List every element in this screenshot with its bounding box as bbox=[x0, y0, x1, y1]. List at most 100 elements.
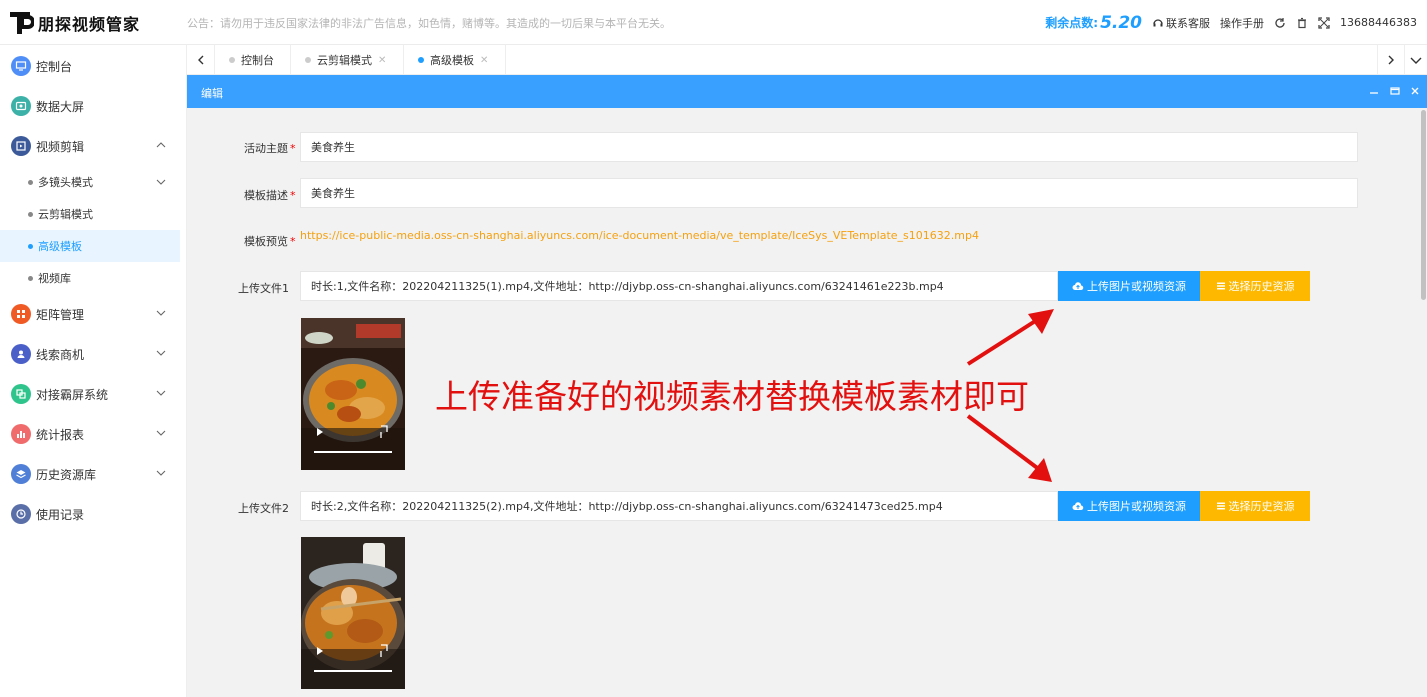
logo-text: 朋探视频管家 bbox=[38, 15, 141, 34]
bullet-dot bbox=[28, 179, 33, 185]
sidebar-item-leads[interactable]: 线索商机 bbox=[0, 334, 186, 374]
bullet-dot bbox=[28, 211, 33, 217]
sidebar-sub-video-library[interactable]: 视频库 bbox=[0, 262, 186, 294]
sidebar-item-video-edit[interactable]: 视频剪辑 bbox=[0, 126, 186, 166]
chevron-left-icon bbox=[197, 55, 203, 65]
sidebar-item-history[interactable]: 历史资源库 bbox=[0, 454, 186, 494]
close-icon[interactable]: ✕ bbox=[480, 55, 488, 66]
tab-dot bbox=[305, 57, 311, 63]
required-mark: * bbox=[290, 142, 296, 155]
chevron-down-icon bbox=[156, 430, 166, 436]
tab-advanced-template[interactable]: 高级模板 ✕ bbox=[404, 45, 506, 75]
desc-label-text: 模板描述 bbox=[244, 189, 288, 202]
sidebar-sub-cloud-edit[interactable]: 云剪辑模式 bbox=[0, 198, 186, 230]
upload-1-input[interactable]: 时长:1,文件名称：202204211325(1).mp4,文件地址：http:… bbox=[300, 271, 1058, 301]
sidebar-item-label: 矩阵管理 bbox=[36, 307, 85, 322]
tab-dot bbox=[229, 57, 235, 63]
cloud-upload-icon bbox=[1072, 282, 1084, 290]
tab-label: 高级模板 bbox=[430, 54, 474, 67]
minimize-icon[interactable] bbox=[1369, 86, 1379, 96]
maximize-icon[interactable] bbox=[1390, 86, 1400, 96]
theme-input[interactable]: 美食养生 bbox=[300, 132, 1358, 162]
fullscreen-icon[interactable] bbox=[1318, 16, 1330, 29]
sidebar-sub-label: 视频库 bbox=[38, 272, 71, 285]
scrollbar-thumb[interactable] bbox=[1421, 110, 1426, 300]
tab-console[interactable]: 控制台 bbox=[215, 45, 291, 75]
sidebar: 控制台 数据大屏 视频剪辑 多镜头模式 云剪辑模式 高级模板 视频库 矩阵管理 … bbox=[0, 45, 187, 697]
chevron-down-icon bbox=[1410, 57, 1422, 64]
sidebar-item-label: 数据大屏 bbox=[36, 99, 85, 114]
sidebar-item-usage-log[interactable]: 使用记录 bbox=[0, 494, 186, 534]
upload-1-button[interactable]: 上传图片或视频资源 bbox=[1058, 271, 1200, 301]
bullet-dot bbox=[28, 243, 33, 249]
sidebar-item-data-screen[interactable]: 数据大屏 bbox=[0, 86, 186, 126]
sidebar-sub-label: 云剪辑模式 bbox=[38, 208, 93, 221]
upload-2-button[interactable]: 上传图片或视频资源 bbox=[1058, 491, 1200, 521]
sidebar-item-label: 视频剪辑 bbox=[36, 139, 85, 154]
top-bar: 朋探视频管家 公告：请勿用于违反国家法律的非法广告信息，如色情，赌博等。其造成的… bbox=[0, 0, 1427, 45]
chart-icon bbox=[11, 424, 31, 444]
tab-menu-dropdown[interactable] bbox=[1405, 45, 1427, 75]
history-button-label: 选择历史资源 bbox=[1228, 500, 1295, 513]
upload-1-label: 上传文件1 bbox=[238, 282, 289, 295]
upload-button-label: 上传图片或视频资源 bbox=[1087, 500, 1186, 513]
trash-icon[interactable] bbox=[1296, 17, 1308, 29]
preview-link[interactable]: https://ice-public-media.oss-cn-shanghai… bbox=[300, 229, 979, 242]
sidebar-item-statistics[interactable]: 统计报表 bbox=[0, 414, 186, 454]
video-thumbnail-2[interactable] bbox=[301, 537, 405, 689]
clock-icon bbox=[11, 504, 31, 524]
sidebar-sub-multi-lens[interactable]: 多镜头模式 bbox=[0, 166, 186, 198]
tab-dot bbox=[418, 57, 424, 63]
sidebar-item-screen-system[interactable]: 对接霸屏系统 bbox=[0, 374, 186, 414]
cloud-upload-icon bbox=[1072, 502, 1084, 510]
sidebar-item-label: 控制台 bbox=[36, 59, 73, 74]
chevron-right-icon bbox=[1388, 55, 1394, 65]
panel-title: 编辑 bbox=[201, 87, 223, 100]
sidebar-item-label: 线索商机 bbox=[36, 347, 85, 362]
required-mark: * bbox=[290, 189, 296, 202]
desc-input[interactable]: 美食养生 bbox=[300, 178, 1358, 208]
history-2-button[interactable]: 选择历史资源 bbox=[1200, 491, 1310, 521]
required-mark: * bbox=[290, 235, 296, 248]
refresh-icon[interactable] bbox=[1274, 17, 1286, 29]
tab-label: 云剪辑模式 bbox=[317, 54, 372, 67]
manual-link[interactable]: 操作手册 bbox=[1220, 15, 1264, 31]
leads-icon bbox=[11, 344, 31, 364]
tab-bar: 控制台 云剪辑模式 ✕ 高级模板 ✕ bbox=[187, 45, 1427, 75]
desc-label: 模板描述 * bbox=[244, 187, 296, 203]
theme-label: 活动主题 * bbox=[244, 140, 296, 156]
sidebar-sub-label: 多镜头模式 bbox=[38, 176, 93, 189]
food-image bbox=[301, 537, 405, 689]
history-1-button[interactable]: 选择历史资源 bbox=[1200, 271, 1310, 301]
link-icon bbox=[11, 384, 31, 404]
sidebar-item-label: 统计报表 bbox=[36, 427, 85, 442]
tab-scroll-right[interactable] bbox=[1377, 45, 1405, 75]
tab-label: 控制台 bbox=[241, 54, 274, 67]
chevron-down-icon bbox=[156, 470, 166, 476]
notice-text: 公告：请勿用于违反国家法律的非法广告信息，如色情，赌博等。其造成的一切后果与本平… bbox=[187, 17, 671, 30]
sidebar-sub-advanced-template[interactable]: 高级模板 bbox=[0, 230, 180, 262]
upload-button-label: 上传图片或视频资源 bbox=[1087, 280, 1186, 293]
annotation-text: 上传准备好的视频素材替换模板素材即可 bbox=[435, 377, 1029, 416]
chevron-down-icon bbox=[156, 179, 166, 185]
sidebar-item-label: 使用记录 bbox=[36, 507, 85, 522]
sidebar-item-label: 历史资源库 bbox=[36, 467, 97, 482]
panel-header: 编辑 bbox=[187, 75, 1427, 108]
support-link[interactable]: 联系客服 bbox=[1152, 15, 1210, 31]
preview-label-text: 模板预览 bbox=[244, 235, 288, 248]
sidebar-item-matrix[interactable]: 矩阵管理 bbox=[0, 294, 186, 334]
close-icon[interactable] bbox=[1410, 86, 1420, 96]
preview-label: 模板预览 * bbox=[244, 233, 296, 249]
tab-scroll-left[interactable] bbox=[187, 45, 215, 75]
top-right-bar: 剩余点数: 5.20 联系客服 操作手册 13688446383 bbox=[1045, 0, 1427, 45]
user-phone[interactable]: 13688446383 bbox=[1340, 16, 1417, 29]
support-label: 联系客服 bbox=[1166, 16, 1211, 30]
sidebar-item-console[interactable]: 控制台 bbox=[0, 46, 186, 86]
close-icon[interactable]: ✕ bbox=[378, 55, 386, 66]
chevron-up-icon bbox=[156, 142, 166, 148]
upload-2-input[interactable]: 时长:2,文件名称：202204211325(2).mp4,文件地址：http:… bbox=[300, 491, 1058, 521]
logo[interactable]: 朋探视频管家 bbox=[8, 8, 178, 38]
bullet-dot bbox=[28, 275, 33, 281]
video-thumbnail-1[interactable] bbox=[301, 318, 405, 470]
tab-cloud-edit[interactable]: 云剪辑模式 ✕ bbox=[291, 45, 404, 75]
